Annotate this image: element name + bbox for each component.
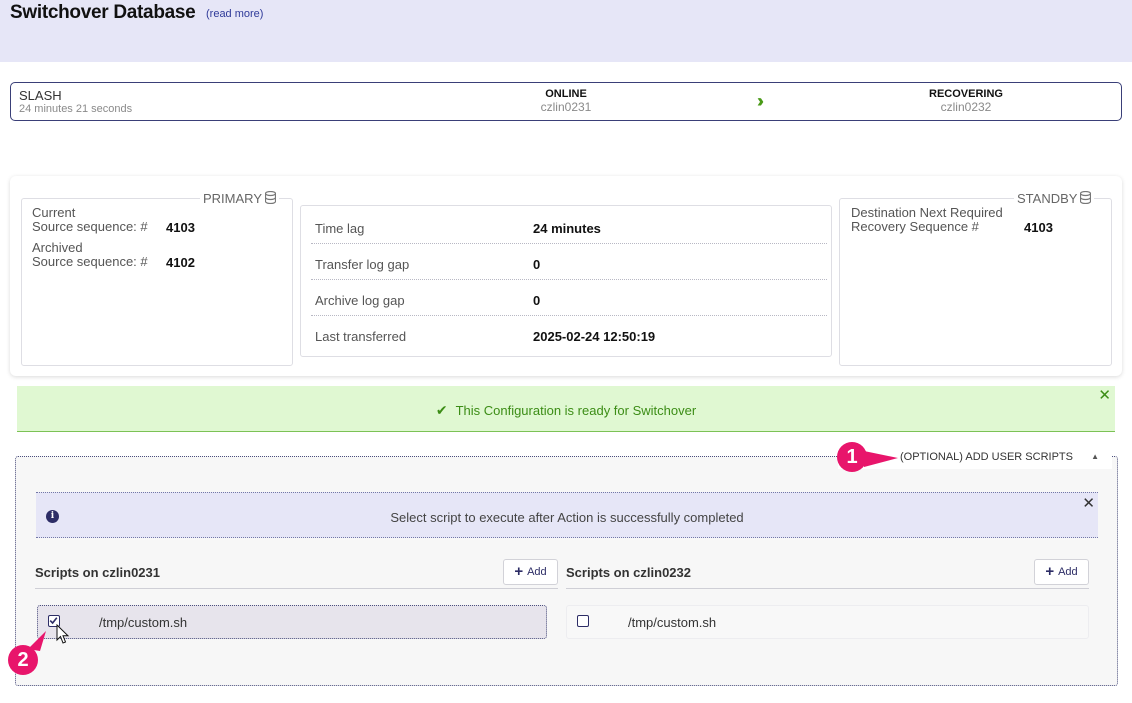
archived-label-line1: Archived	[32, 240, 83, 255]
target-state: RECOVERING	[929, 88, 1003, 100]
target-host: czlin0232	[940, 100, 992, 114]
archived-sequence-value: 4102	[166, 255, 195, 270]
double-chevron-right-icon: ››	[757, 91, 764, 111]
lag-value: 0	[533, 257, 541, 272]
configuration-name: SLASH	[19, 88, 62, 103]
lag-row: Last transferred 2025-02-24 12:50:19	[311, 316, 827, 352]
add-script-button[interactable]: + Add	[1034, 559, 1089, 585]
current-label-line1: Current	[32, 205, 76, 220]
lag-value: 0	[533, 293, 541, 308]
primary-card: PRIMARY Current Source sequence: # 4103 …	[21, 191, 293, 366]
add-script-button[interactable]: + Add	[503, 559, 558, 585]
script-item[interactable]: /tmp/custom.sh	[566, 605, 1089, 639]
replication-panel: PRIMARY Current Source sequence: # 4103 …	[10, 176, 1122, 376]
lag-row: Transfer log gap 0	[311, 244, 827, 280]
add-label: Add	[527, 566, 547, 578]
close-icon[interactable]: ✕	[1082, 494, 1095, 512]
plus-icon: +	[514, 563, 524, 580]
elapsed-duration: 24 minutes 21 seconds	[19, 103, 133, 115]
source-state: ONLINE	[545, 88, 587, 100]
info-alert: i Select script to execute after Action …	[36, 492, 1098, 538]
scripts-column-header: Scripts on czlin0231 + Add	[35, 559, 558, 589]
success-message: ✔ This Configuration is ready for Switcho…	[17, 402, 1115, 419]
marker-pointer	[28, 631, 46, 651]
plus-icon: +	[1045, 563, 1055, 580]
check-icon: ✔	[435, 402, 448, 418]
primary-label: PRIMARY	[203, 191, 262, 206]
current-sequence-value: 4103	[166, 220, 195, 235]
step-marker: 1	[837, 442, 867, 472]
lag-label: Time lag	[315, 221, 365, 236]
current-label-line2: Source sequence: #	[32, 219, 148, 234]
lag-label: Last transferred	[315, 329, 407, 344]
lag-row: Time lag 24 minutes	[311, 208, 827, 244]
primary-legend: PRIMARY	[200, 191, 279, 206]
cursor-icon	[56, 624, 70, 644]
info-message: Select script to execute after Action is…	[390, 510, 744, 525]
user-scripts-toggle-label: (OPTIONAL) ADD USER SCRIPTS	[900, 451, 1073, 463]
standby-label: STANDBY	[1017, 191, 1078, 206]
script-item[interactable]: /tmp/custom.sh	[37, 605, 547, 639]
lag-row: Archive log gap 0	[311, 280, 827, 316]
marker-pointer	[864, 451, 898, 467]
scripts-column-header: Scripts on czlin0232 + Add	[566, 559, 1089, 589]
lag-label: Transfer log gap	[315, 257, 410, 272]
current-label: Current Source sequence: #	[32, 206, 148, 234]
source-status: ONLINE czlin0231	[486, 88, 646, 114]
standby-card: STANDBY Destination Next Required Recove…	[839, 191, 1112, 366]
script-path: /tmp/custom.sh	[628, 615, 717, 630]
standby-legend: STANDBY	[1014, 191, 1095, 206]
recovery-label: Destination Next Required Recovery Seque…	[851, 206, 1003, 234]
recovery-sequence-value: 4103	[1024, 220, 1053, 235]
lag-card: Time lag 24 minutes Transfer log gap 0 A…	[300, 205, 832, 357]
archived-label-line2: Source sequence: #	[32, 254, 148, 269]
read-more-link[interactable]: (read more)	[206, 8, 263, 20]
lag-value: 2025-02-24 12:50:19	[533, 329, 656, 344]
database-icon	[1080, 191, 1092, 204]
recovery-label-line1: Destination Next Required	[851, 205, 1003, 220]
scripts-column-title: Scripts on czlin0231	[35, 565, 160, 580]
archived-label: Archived Source sequence: #	[32, 241, 148, 269]
success-text: This Configuration is ready for Switchov…	[455, 403, 697, 418]
recovery-label-line2: Recovery Sequence #	[851, 219, 979, 234]
lag-label: Archive log gap	[315, 293, 405, 308]
success-alert: ✔ This Configuration is ready for Switcho…	[17, 386, 1115, 432]
script-path: /tmp/custom.sh	[99, 615, 188, 630]
source-host: czlin0231	[540, 100, 592, 114]
add-label: Add	[1058, 566, 1078, 578]
database-icon	[265, 191, 276, 204]
close-icon[interactable]: ✕	[1098, 386, 1111, 404]
target-status: RECOVERING czlin0232	[886, 88, 1046, 114]
script-checkbox[interactable]	[577, 615, 589, 627]
lag-value: 24 minutes	[533, 221, 601, 236]
configuration-status-bar: SLASH 24 minutes 21 seconds ONLINE czlin…	[10, 82, 1122, 121]
chevron-up-icon: ▲	[1091, 452, 1099, 461]
page-title: Switchover Database	[10, 2, 196, 23]
page-header: Switchover Database (read more)	[0, 0, 1132, 62]
scripts-column-title: Scripts on czlin0232	[566, 565, 691, 580]
